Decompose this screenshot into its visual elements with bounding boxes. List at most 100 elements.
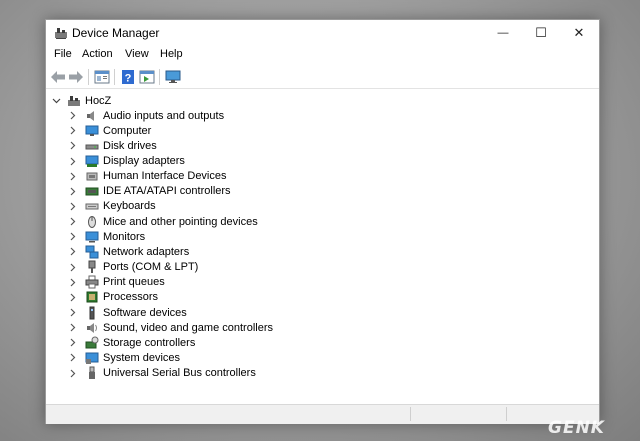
properties-button[interactable] [93, 68, 111, 86]
svg-text:?: ? [125, 73, 132, 85]
forward-button[interactable] [67, 68, 85, 86]
hid-icon [85, 169, 99, 183]
tree-item-label: IDE ATA/ATAPI controllers [103, 185, 231, 198]
tree-item-label: Human Interface Devices [103, 170, 227, 183]
tree-item-label: Storage controllers [103, 336, 196, 349]
title-bar[interactable]: Device Manager — ☐ ✕ [46, 20, 599, 46]
menu-bar: File Action View Help [46, 47, 599, 65]
chevron-right-icon[interactable] [67, 201, 77, 211]
speaker-icon [85, 109, 99, 123]
tree-item-label: Display adapters [103, 155, 185, 167]
tree-item[interactable]: Network adapters [67, 244, 189, 259]
menu-help[interactable]: Help [160, 48, 183, 60]
tree-item-label: Software devices [103, 306, 187, 319]
tree-item[interactable]: Mice and other pointing devices [67, 214, 258, 229]
tree-item[interactable]: Print queues [67, 275, 165, 290]
chevron-right-icon[interactable] [67, 308, 77, 318]
tree-item[interactable]: System devices [67, 350, 180, 365]
network-adapter-icon [85, 245, 99, 259]
chevron-right-icon[interactable] [67, 156, 77, 166]
mouse-icon [85, 215, 99, 229]
device-manager-window: Device Manager — ☐ ✕ File Action View He… [45, 19, 600, 424]
tree-item-label: Computer [103, 124, 152, 137]
chevron-right-icon[interactable] [67, 292, 77, 302]
chevron-right-icon[interactable] [67, 368, 77, 378]
chevron-right-icon[interactable] [67, 126, 77, 136]
display-adapter-icon [85, 154, 99, 168]
tree-item[interactable]: Monitors [67, 229, 145, 244]
run-icon [139, 70, 155, 84]
chevron-right-icon[interactable] [67, 262, 77, 272]
port-icon [85, 260, 99, 274]
menu-file[interactable]: File [54, 48, 72, 60]
chevron-right-icon[interactable] [67, 111, 77, 121]
system-device-icon [85, 351, 99, 365]
tree-item-label: Processors [103, 291, 159, 304]
sound-icon [85, 321, 99, 335]
watermark-logo: GENK [548, 418, 605, 438]
chevron-right-icon[interactable] [67, 232, 77, 242]
tree-item[interactable]: Sound, video and game controllers [67, 320, 273, 335]
tree-item-label: Universal Serial Bus controllers [103, 367, 256, 380]
tree-item[interactable]: Keyboards [67, 199, 156, 214]
chevron-right-icon[interactable] [67, 217, 77, 227]
tree-item-label: Network adapters [103, 245, 190, 258]
tree-item[interactable]: IDE ATA/ATAPI controllers [67, 184, 231, 199]
tree-item-label: Keyboards [103, 200, 156, 213]
tree-item[interactable]: Human Interface Devices [67, 169, 227, 184]
ide-controller-icon [85, 184, 99, 198]
tree-item[interactable]: Display adapters [67, 154, 185, 169]
maximize-button[interactable]: ☐ [522, 20, 560, 46]
monitor-icon [85, 230, 99, 244]
tree-item-label: Disk drives [103, 139, 157, 152]
computer-root-icon [67, 94, 81, 108]
tree-item-label: Sound, video and game controllers [103, 321, 273, 334]
computer-icon [85, 124, 99, 138]
tree-item[interactable]: Ports (COM & LPT) [67, 260, 198, 275]
back-button[interactable] [49, 68, 67, 86]
tree-item[interactable]: Software devices [67, 305, 187, 320]
chevron-right-icon[interactable] [67, 277, 77, 287]
software-device-icon [85, 306, 99, 320]
tree-item-label: System devices [103, 351, 181, 364]
close-button[interactable]: ✕ [560, 20, 598, 46]
close-icon: ✕ [573, 25, 585, 40]
toolbar: ? [46, 66, 599, 89]
minimize-button[interactable]: — [484, 20, 522, 46]
help-button[interactable]: ? [119, 68, 137, 86]
chevron-right-icon[interactable] [67, 323, 77, 333]
forward-arrow-icon [69, 71, 83, 83]
tree-root[interactable]: HocZ [51, 93, 111, 108]
tree-item[interactable]: Audio inputs and outputs [67, 108, 224, 123]
tree-item-label: Monitors [103, 230, 146, 243]
chevron-right-icon[interactable] [67, 353, 77, 363]
chevron-right-icon[interactable] [67, 247, 77, 257]
menu-action[interactable]: Action [82, 48, 113, 60]
properties-icon [94, 70, 110, 84]
tree-item-label: Ports (COM & LPT) [103, 261, 199, 273]
window-title: Device Manager [72, 26, 160, 40]
menu-view[interactable]: View [125, 48, 149, 60]
processor-icon [85, 290, 99, 304]
chevron-down-icon[interactable] [51, 96, 61, 106]
tree-item[interactable]: Disk drives [67, 138, 157, 153]
chevron-right-icon[interactable] [67, 141, 77, 151]
storage-controller-icon [85, 336, 99, 350]
tree-item[interactable]: Processors [67, 290, 158, 305]
minimize-icon: — [497, 27, 509, 39]
toolbar-separator [114, 69, 115, 85]
toolbar-separator [88, 69, 89, 85]
printer-icon [85, 275, 99, 289]
tree-item[interactable]: Storage controllers [67, 335, 195, 350]
tree-item-label: Audio inputs and outputs [103, 109, 225, 122]
back-arrow-icon [51, 71, 65, 83]
chevron-right-icon[interactable] [67, 171, 77, 181]
run-button[interactable] [138, 68, 156, 86]
scan-hardware-button[interactable] [164, 68, 182, 86]
tree-item[interactable]: Universal Serial Bus controllers [67, 366, 256, 381]
chevron-right-icon[interactable] [67, 186, 77, 196]
chevron-right-icon[interactable] [67, 338, 77, 348]
tree-item-label: Print queues [103, 276, 165, 289]
tree-item[interactable]: Computer [67, 123, 151, 138]
tree-root-label: HocZ [85, 94, 112, 107]
